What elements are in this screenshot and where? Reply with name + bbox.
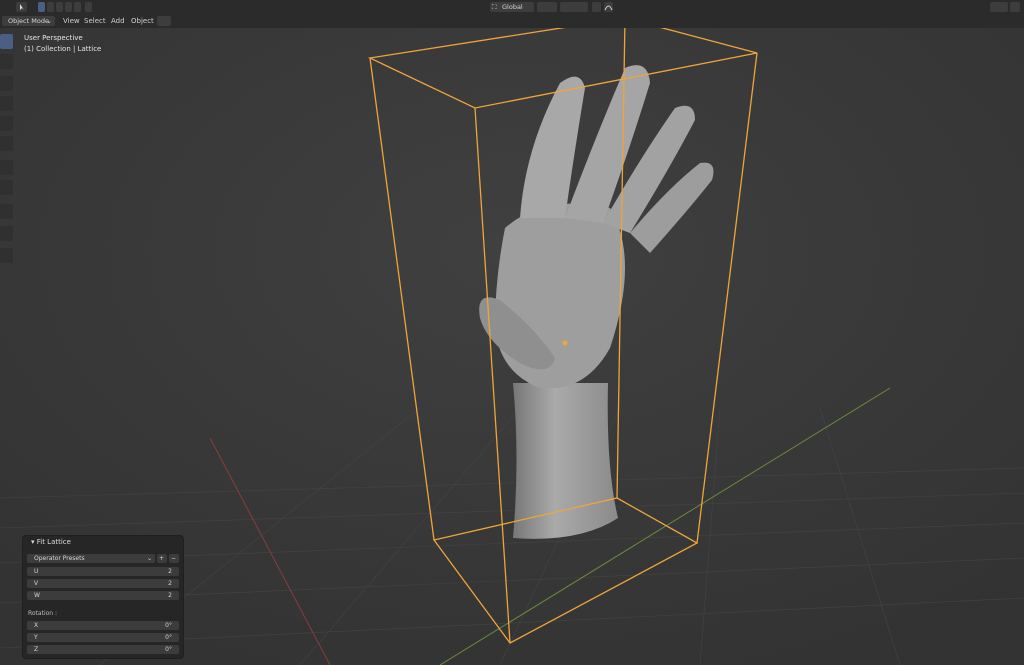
- mode-extend-icon[interactable]: [47, 2, 54, 12]
- tool-shelf: [0, 32, 14, 270]
- transform-icon[interactable]: [0, 136, 13, 151]
- snap-icon[interactable]: [560, 2, 588, 12]
- mode-new-icon[interactable]: [38, 2, 45, 12]
- operator-presets-label: Operator Presets: [34, 555, 85, 562]
- snap-options-icon[interactable]: [157, 16, 171, 26]
- resolution-u-value: 2: [168, 568, 172, 575]
- viewport-perspective-label: User Perspective: [24, 34, 83, 42]
- pivot-point-icon[interactable]: [537, 2, 557, 12]
- menu-add[interactable]: Add: [111, 17, 125, 25]
- rotation-x-field[interactable]: X 0°: [27, 621, 179, 630]
- resolution-w-label: W: [34, 592, 40, 599]
- mode-invert-icon[interactable]: [65, 2, 72, 12]
- rotation-z-label: Z: [34, 646, 39, 653]
- operator-panel-title[interactable]: ▾ Fit Lattice: [31, 538, 71, 546]
- resolution-v-label: V: [34, 580, 39, 587]
- mode-label: Object Mode: [8, 17, 49, 25]
- add-preset-button[interactable]: +: [157, 554, 167, 563]
- rotation-x-value: 0°: [165, 622, 172, 629]
- mode-select[interactable]: Object Mode ⌄: [2, 16, 55, 26]
- rotate-icon[interactable]: [0, 96, 13, 111]
- resolution-v-field[interactable]: V 2: [27, 579, 179, 588]
- orientation-label: Global: [502, 3, 523, 11]
- select-tool-icon[interactable]: [16, 2, 27, 12]
- transform-orientation-select[interactable]: ⛶ Global: [490, 2, 534, 12]
- menu-bar: Object Mode ⌄ View Select Add Object: [0, 14, 1024, 28]
- chevron-down-icon: ⌄: [146, 555, 152, 562]
- cursor-icon[interactable]: [0, 54, 13, 69]
- mode-difference-icon[interactable]: [85, 2, 92, 12]
- rotation-x-label: X: [34, 622, 39, 629]
- annotate-icon[interactable]: [0, 160, 13, 175]
- mode-subtract-icon[interactable]: [56, 2, 63, 12]
- rotation-y-value: 0°: [165, 634, 172, 641]
- operator-panel[interactable]: ▾ Fit Lattice Operator Presets ⌄ + − U 2…: [22, 535, 184, 659]
- resolution-u-label: U: [34, 568, 39, 575]
- resolution-w-field[interactable]: W 2: [27, 591, 179, 600]
- mode-intersect-icon[interactable]: [74, 2, 81, 12]
- move-icon[interactable]: [0, 76, 13, 91]
- top-header: ⛶ Global: [0, 0, 1024, 15]
- rotation-z-field[interactable]: Z 0°: [27, 645, 179, 654]
- proportional-edit-icon[interactable]: [592, 2, 601, 12]
- rotation-y-label: Y: [34, 634, 38, 641]
- rotation-z-value: 0°: [165, 646, 172, 653]
- measure-icon[interactable]: [0, 180, 13, 195]
- object-origin: [562, 340, 568, 346]
- rotation-y-field[interactable]: Y 0°: [27, 633, 179, 642]
- menu-select[interactable]: Select: [84, 17, 106, 25]
- menu-object[interactable]: Object: [131, 17, 154, 25]
- falloff-icon[interactable]: [604, 2, 613, 12]
- chevron-down-icon: ⌄: [46, 17, 52, 25]
- select-box-icon[interactable]: [0, 34, 13, 49]
- viewport-gizmo-icon[interactable]: [990, 2, 1008, 12]
- operator-presets-select[interactable]: Operator Presets ⌄: [27, 554, 155, 563]
- viewport-collection-label: (1) Collection | Lattice: [24, 45, 102, 53]
- menu-view[interactable]: View: [63, 17, 80, 25]
- extrude-icon[interactable]: [0, 226, 13, 241]
- add-cube-icon[interactable]: [0, 204, 13, 219]
- remove-preset-button[interactable]: −: [169, 554, 179, 563]
- resolution-w-value: 2: [168, 592, 172, 599]
- operator-title-text: Fit Lattice: [36, 538, 71, 546]
- resolution-u-field[interactable]: U 2: [27, 567, 179, 576]
- inset-icon[interactable]: [0, 248, 13, 263]
- overlay-icon[interactable]: [1010, 2, 1020, 12]
- scale-icon[interactable]: [0, 116, 13, 131]
- resolution-v-value: 2: [168, 580, 172, 587]
- rotation-label: Rotation :: [28, 610, 58, 617]
